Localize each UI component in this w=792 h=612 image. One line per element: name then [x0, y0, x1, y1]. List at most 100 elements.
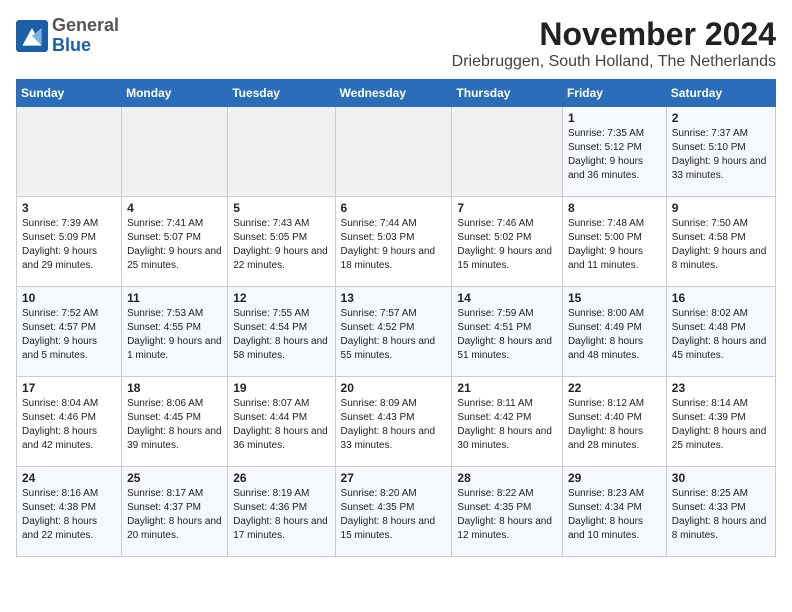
day-number: 30	[672, 471, 770, 485]
logo-icon	[16, 20, 48, 52]
calendar-title: November 2024	[452, 16, 776, 53]
day-info: Sunrise: 8:17 AM Sunset: 4:37 PM Dayligh…	[127, 487, 222, 543]
header-day-sunday: Sunday	[17, 80, 122, 107]
day-info: Sunrise: 8:09 AM Sunset: 4:43 PM Dayligh…	[341, 397, 447, 453]
calendar-subtitle: Driebruggen, South Holland, The Netherla…	[452, 53, 776, 71]
calendar-cell: 4 Sunrise: 7:41 AM Sunset: 5:07 PM Daylig…	[122, 197, 228, 287]
calendar-week-5: 24Sunrise: 8:16 AM Sunset: 4:38 PM Dayli…	[17, 467, 776, 557]
calendar-cell: 12Sunrise: 7:55 AM Sunset: 4:54 PM Dayli…	[228, 287, 335, 377]
day-number: 22	[568, 381, 661, 395]
calendar-cell: 27 Sunrise: 8:20 AM Sunset: 4:35 PM Dayli…	[335, 467, 452, 557]
day-info: Sunrise: 8:02 AM Sunset: 4:48 PM Dayligh…	[672, 307, 770, 363]
calendar-cell	[122, 107, 228, 197]
day-number: 16	[672, 291, 770, 305]
calendar-cell: 26Sunrise: 8:19 AM Sunset: 4:36 PM Dayli…	[228, 467, 335, 557]
calendar-cell: 13Sunrise: 7:57 AM Sunset: 4:52 PM Dayli…	[335, 287, 452, 377]
calendar-cell: 8 Sunrise: 7:48 AM Sunset: 5:00 PM Daylig…	[562, 197, 666, 287]
calendar-table: SundayMondayTuesdayWednesdayThursdayFrid…	[16, 79, 776, 557]
header-day-thursday: Thursday	[452, 80, 563, 107]
calendar-cell: 10Sunrise: 7:52 AM Sunset: 4:57 PM Dayli…	[17, 287, 122, 377]
day-number: 25	[127, 471, 222, 485]
day-number: 20	[341, 381, 447, 395]
calendar-cell: 15Sunrise: 8:00 AM Sunset: 4:49 PM Dayli…	[562, 287, 666, 377]
day-info: Sunrise: 7:52 AM Sunset: 4:57 PM Dayligh…	[22, 307, 116, 363]
day-number: 2	[672, 111, 770, 125]
calendar-cell: 1 Sunrise: 7:35 AM Sunset: 5:12 PM Daylig…	[562, 107, 666, 197]
day-number: 1	[568, 111, 661, 125]
calendar-cell	[335, 107, 452, 197]
day-info: Sunrise: 8:04 AM Sunset: 4:46 PM Dayligh…	[22, 397, 116, 453]
calendar-cell: 21 Sunrise: 8:11 AM Sunset: 4:42 PM Dayli…	[452, 377, 563, 467]
header-day-tuesday: Tuesday	[228, 80, 335, 107]
day-info: Sunrise: 7:46 AM Sunset: 5:02 PM Dayligh…	[457, 217, 557, 273]
calendar-cell: 28Sunrise: 8:22 AM Sunset: 4:35 PM Dayli…	[452, 467, 563, 557]
day-info: Sunrise: 7:53 AM Sunset: 4:55 PM Dayligh…	[127, 307, 222, 363]
day-info: Sunrise: 7:44 AM Sunset: 5:03 PM Dayligh…	[341, 217, 447, 273]
day-number: 27	[341, 471, 447, 485]
day-number: 11	[127, 291, 222, 305]
calendar-cell	[228, 107, 335, 197]
day-number: 15	[568, 291, 661, 305]
calendar-cell: 2 Sunrise: 7:37 AM Sunset: 5:10 PM Daylig…	[666, 107, 775, 197]
calendar-week-1: 1 Sunrise: 7:35 AM Sunset: 5:12 PM Daylig…	[17, 107, 776, 197]
day-info: Sunrise: 7:59 AM Sunset: 4:51 PM Dayligh…	[457, 307, 557, 363]
day-info: Sunrise: 8:12 AM Sunset: 4:40 PM Dayligh…	[568, 397, 661, 453]
calendar-cell: 25 Sunrise: 8:17 AM Sunset: 4:37 PM Dayli…	[122, 467, 228, 557]
header-day-friday: Friday	[562, 80, 666, 107]
day-info: Sunrise: 8:20 AM Sunset: 4:35 PM Dayligh…	[341, 487, 447, 543]
day-number: 19	[233, 381, 329, 395]
day-number: 5	[233, 201, 329, 215]
day-info: Sunrise: 8:07 AM Sunset: 4:44 PM Dayligh…	[233, 397, 329, 453]
day-number: 12	[233, 291, 329, 305]
day-number: 13	[341, 291, 447, 305]
page-header: General Blue November 2024 Driebruggen, …	[16, 16, 776, 71]
calendar-cell: 17 Sunrise: 8:04 AM Sunset: 4:46 PM Dayli…	[17, 377, 122, 467]
day-info: Sunrise: 8:11 AM Sunset: 4:42 PM Dayligh…	[457, 397, 557, 453]
day-info: Sunrise: 8:14 AM Sunset: 4:39 PM Dayligh…	[672, 397, 770, 453]
day-number: 4	[127, 201, 222, 215]
calendar-cell: 30 Sunrise: 8:25 AM Sunset: 4:33 PM Dayli…	[666, 467, 775, 557]
logo-blue-text: Blue	[52, 35, 91, 55]
calendar-cell: 29 Sunrise: 8:23 AM Sunset: 4:34 PM Dayli…	[562, 467, 666, 557]
logo-general-text: General	[52, 15, 119, 35]
day-info: Sunrise: 7:35 AM Sunset: 5:12 PM Dayligh…	[568, 127, 661, 183]
day-info: Sunrise: 8:23 AM Sunset: 4:34 PM Dayligh…	[568, 487, 661, 543]
calendar-cell: 9Sunrise: 7:50 AM Sunset: 4:58 PM Daylig…	[666, 197, 775, 287]
calendar-cell: 20 Sunrise: 8:09 AM Sunset: 4:43 PM Dayli…	[335, 377, 452, 467]
day-info: Sunrise: 7:37 AM Sunset: 5:10 PM Dayligh…	[672, 127, 770, 183]
day-info: Sunrise: 7:43 AM Sunset: 5:05 PM Dayligh…	[233, 217, 329, 273]
day-number: 8	[568, 201, 661, 215]
day-number: 9	[672, 201, 770, 215]
day-number: 18	[127, 381, 222, 395]
calendar-cell: 18 Sunrise: 8:06 AM Sunset: 4:45 PM Dayli…	[122, 377, 228, 467]
header-row: SundayMondayTuesdayWednesdayThursdayFrid…	[17, 80, 776, 107]
calendar-cell: 5 Sunrise: 7:43 AM Sunset: 5:05 PM Daylig…	[228, 197, 335, 287]
day-number: 24	[22, 471, 116, 485]
day-info: Sunrise: 7:41 AM Sunset: 5:07 PM Dayligh…	[127, 217, 222, 273]
day-number: 17	[22, 381, 116, 395]
day-number: 29	[568, 471, 661, 485]
calendar-cell: 16 Sunrise: 8:02 AM Sunset: 4:48 PM Dayli…	[666, 287, 775, 377]
calendar-week-3: 10Sunrise: 7:52 AM Sunset: 4:57 PM Dayli…	[17, 287, 776, 377]
day-info: Sunrise: 8:25 AM Sunset: 4:33 PM Dayligh…	[672, 487, 770, 543]
header-day-monday: Monday	[122, 80, 228, 107]
header-day-wednesday: Wednesday	[335, 80, 452, 107]
calendar-week-2: 3 Sunrise: 7:39 AM Sunset: 5:09 PM Daylig…	[17, 197, 776, 287]
day-number: 7	[457, 201, 557, 215]
day-number: 28	[457, 471, 557, 485]
day-info: Sunrise: 7:48 AM Sunset: 5:00 PM Dayligh…	[568, 217, 661, 273]
calendar-cell: 14 Sunrise: 7:59 AM Sunset: 4:51 PM Dayli…	[452, 287, 563, 377]
calendar-cell: 7 Sunrise: 7:46 AM Sunset: 5:02 PM Daylig…	[452, 197, 563, 287]
day-number: 21	[457, 381, 557, 395]
calendar-cell: 23Sunrise: 8:14 AM Sunset: 4:39 PM Dayli…	[666, 377, 775, 467]
day-number: 14	[457, 291, 557, 305]
day-info: Sunrise: 7:39 AM Sunset: 5:09 PM Dayligh…	[22, 217, 116, 273]
day-info: Sunrise: 8:19 AM Sunset: 4:36 PM Dayligh…	[233, 487, 329, 543]
calendar-week-4: 17 Sunrise: 8:04 AM Sunset: 4:46 PM Dayli…	[17, 377, 776, 467]
day-number: 3	[22, 201, 116, 215]
calendar-cell: 11 Sunrise: 7:53 AM Sunset: 4:55 PM Dayli…	[122, 287, 228, 377]
calendar-cell: 3 Sunrise: 7:39 AM Sunset: 5:09 PM Daylig…	[17, 197, 122, 287]
day-number: 6	[341, 201, 447, 215]
day-info: Sunrise: 8:06 AM Sunset: 4:45 PM Dayligh…	[127, 397, 222, 453]
logo: General Blue	[16, 16, 119, 56]
